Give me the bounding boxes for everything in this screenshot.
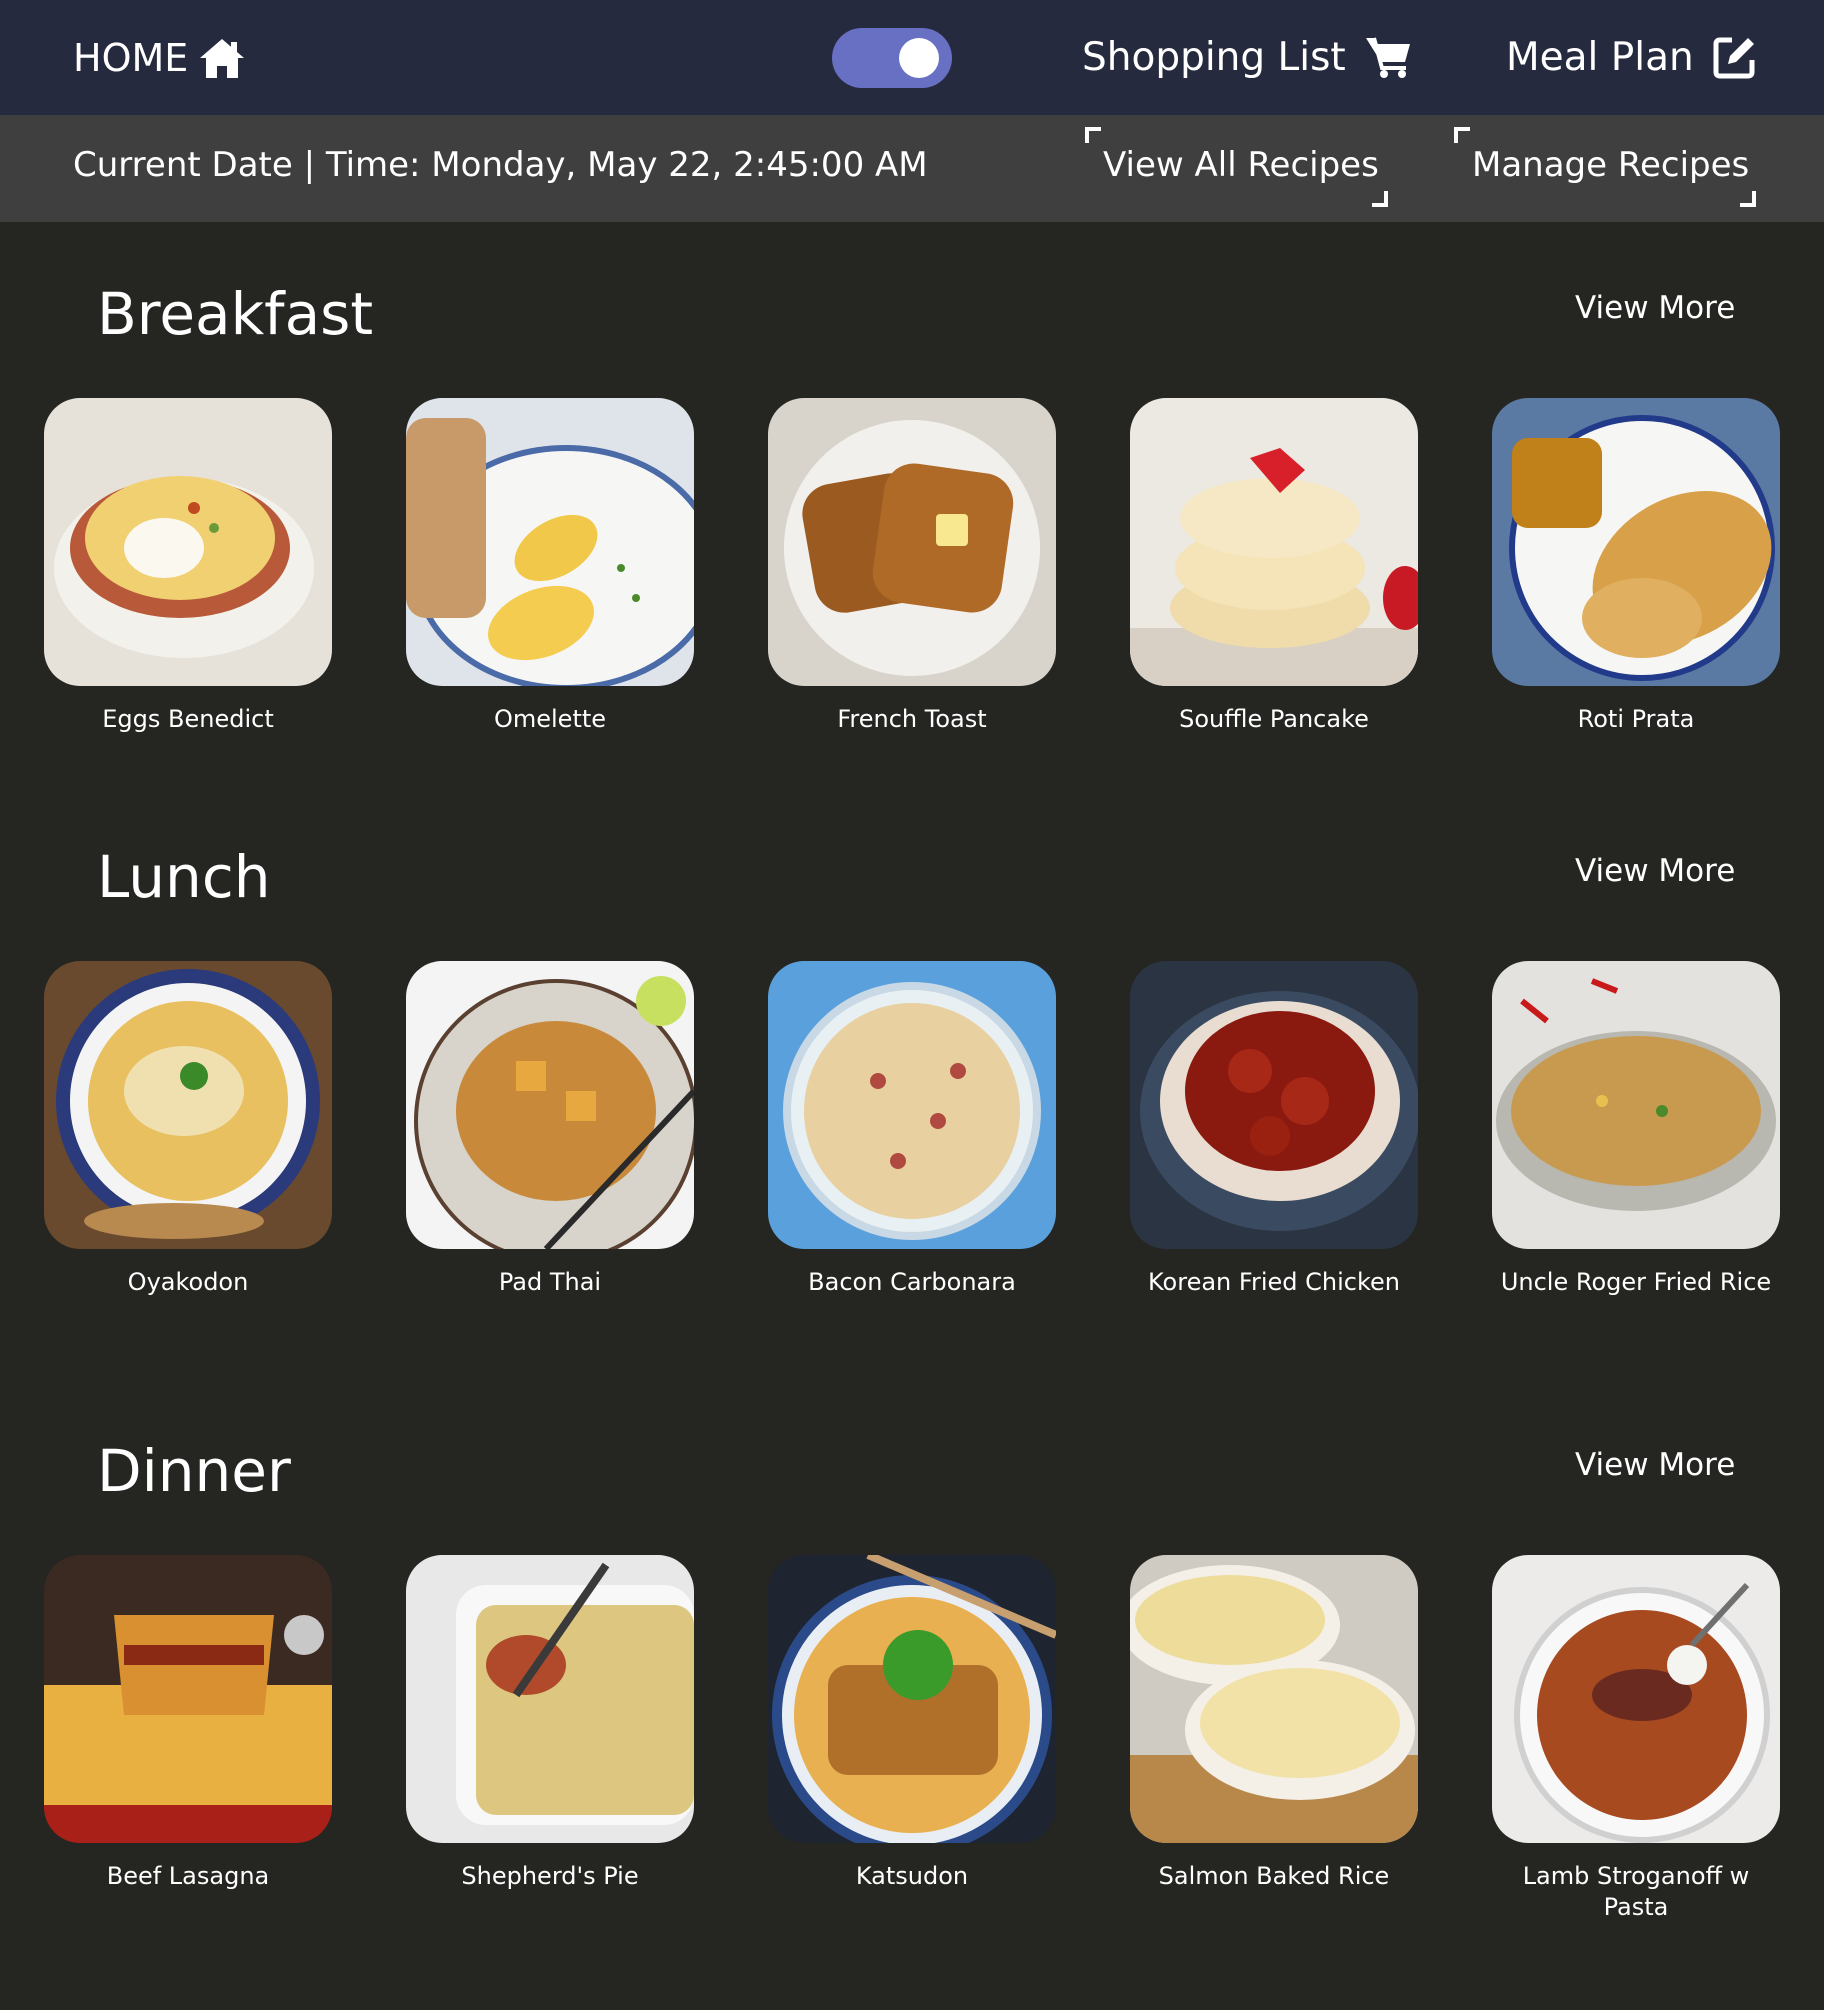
edit-icon — [1713, 37, 1755, 79]
bracket-corner-icon — [1372, 191, 1388, 207]
recipe-image — [768, 1555, 1056, 1843]
recipe-image — [406, 398, 694, 686]
recipe-name: Souffle Pancake — [1179, 705, 1369, 733]
recipe-image — [1130, 1555, 1418, 1843]
bracket-corner-icon — [1454, 127, 1470, 143]
view-more-link[interactable]: View More — [1575, 290, 1735, 326]
current-datetime: Current Date | Time: Monday, May 22, 2:4… — [73, 145, 928, 185]
recipe-image — [1492, 1555, 1780, 1843]
recipe-image — [1130, 961, 1418, 1249]
shopping-list-link[interactable]: Shopping List — [1082, 30, 1414, 84]
recipe-name: Korean Fried Chicken — [1148, 1268, 1400, 1296]
recipe-card-lamb-stroganoff-w-pasta[interactable]: Lamb Stroganoff w Pasta — [1492, 1555, 1780, 1923]
recipe-name: Uncle Roger Fried Rice — [1500, 1268, 1772, 1296]
recipe-card-beef-lasagna[interactable]: Beef Lasagna — [44, 1555, 332, 1892]
home-label: HOME — [73, 36, 189, 80]
recipe-card-oyakodon[interactable]: Oyakodon — [44, 961, 332, 1298]
recipe-image — [768, 961, 1056, 1249]
shopping-cart-icon — [1365, 37, 1410, 78]
home-link[interactable]: HOME — [73, 33, 246, 83]
meal-plan-link[interactable]: Meal Plan — [1506, 30, 1758, 84]
recipe-card-katsudon[interactable]: Katsudon — [768, 1555, 1056, 1892]
recipe-image — [44, 398, 332, 686]
recipe-card-souffle-pancake[interactable]: Souffle Pancake — [1130, 398, 1418, 735]
recipe-name: Eggs Benedict — [102, 705, 274, 733]
shopping-list-label: Shopping List — [1082, 34, 1346, 80]
section-title: Lunch — [97, 843, 271, 911]
recipe-name: Katsudon — [855, 1862, 969, 1890]
recipe-image — [768, 398, 1056, 686]
recipe-name: Omelette — [493, 705, 607, 733]
bracket-corner-icon — [1740, 191, 1756, 207]
recipe-image — [1130, 398, 1418, 686]
recipe-name: Oyakodon — [127, 1268, 249, 1296]
view-all-recipes-link[interactable]: View All Recipes — [1085, 127, 1388, 207]
recipe-image — [406, 961, 694, 1249]
recipe-image — [1492, 398, 1780, 686]
recipe-card-korean-fried-chicken[interactable]: Korean Fried Chicken — [1130, 961, 1418, 1298]
recipe-name: Pad Thai — [498, 1268, 602, 1296]
view-all-recipes-label: View All Recipes — [1103, 145, 1379, 185]
bracket-corner-icon — [1085, 127, 1101, 143]
recipe-name: Beef Lasagna — [106, 1862, 270, 1890]
view-more-link[interactable]: View More — [1575, 853, 1735, 889]
section-title: Dinner — [97, 1437, 291, 1505]
recipe-name: Bacon Carbonara — [808, 1268, 1016, 1296]
recipe-card-roti-prata[interactable]: Roti Prata — [1492, 398, 1780, 735]
view-more-link[interactable]: View More — [1575, 1447, 1735, 1483]
recipe-name: Shepherd's Pie — [461, 1862, 639, 1890]
manage-recipes-label: Manage Recipes — [1472, 145, 1750, 185]
recipe-card-french-toast[interactable]: French Toast — [768, 398, 1056, 735]
recipe-name: French Toast — [837, 705, 987, 733]
recipe-card-omelette[interactable]: Omelette — [406, 398, 694, 735]
theme-toggle[interactable] — [832, 28, 952, 88]
recipe-card-eggs-benedict[interactable]: Eggs Benedict — [44, 398, 332, 735]
top-nav-bar: HOME Shopping List Meal Plan — [0, 0, 1824, 115]
recipe-card-pad-thai[interactable]: Pad Thai — [406, 961, 694, 1298]
recipe-name: Lamb Stroganoff w Pasta — [1522, 1862, 1750, 1921]
recipe-name: Salmon Baked Rice — [1158, 1862, 1390, 1890]
recipe-card-shepherds-pie[interactable]: Shepherd's Pie — [406, 1555, 694, 1892]
manage-recipes-link[interactable]: Manage Recipes — [1454, 127, 1756, 207]
toggle-knob — [899, 38, 939, 78]
recipe-card-uncle-roger-fried-rice[interactable]: Uncle Roger Fried Rice — [1492, 961, 1780, 1298]
recipe-card-salmon-baked-rice[interactable]: Salmon Baked Rice — [1130, 1555, 1418, 1892]
recipe-name: Roti Prata — [1577, 705, 1695, 733]
section-title: Breakfast — [97, 280, 374, 348]
recipe-image — [1492, 961, 1780, 1249]
sub-nav-bar: Current Date | Time: Monday, May 22, 2:4… — [0, 115, 1824, 222]
recipe-image — [406, 1555, 694, 1843]
recipe-image — [44, 1555, 332, 1843]
meal-plan-label: Meal Plan — [1506, 34, 1694, 80]
recipe-image — [44, 961, 332, 1249]
home-icon — [200, 39, 245, 78]
recipe-card-bacon-carbonara[interactable]: Bacon Carbonara — [768, 961, 1056, 1298]
